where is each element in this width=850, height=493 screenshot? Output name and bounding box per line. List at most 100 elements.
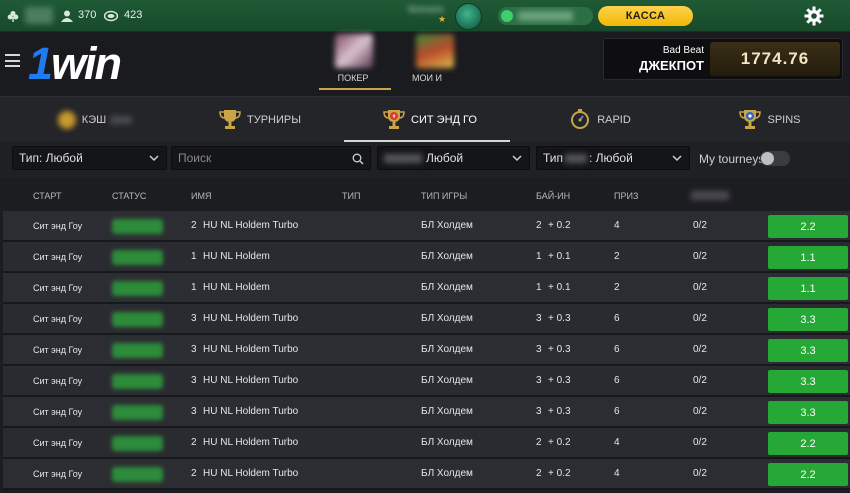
status-badge <box>112 312 163 327</box>
table-row[interactable]: Сит энд Гоу 3 HU NL Holdem Turbo БЛ Холдем 3… <box>3 304 850 335</box>
register-button[interactable]: 1.1 <box>768 246 848 269</box>
clubs-icon <box>7 9 19 22</box>
row-buyin-fee: + 0.1 <box>548 282 571 293</box>
game-select[interactable]: Любой <box>377 146 530 170</box>
my-tourneys-label: My tourneys <box>699 152 765 166</box>
chip-icon <box>57 111 76 129</box>
tab-label: SPINS <box>767 114 801 126</box>
row-buyin-fee: + 0.3 <box>548 406 571 417</box>
table-row[interactable]: Сит энд Гоу 3 HU NL Holdem Turbo БЛ Холдем 3… <box>3 397 850 428</box>
search-input[interactable] <box>172 147 347 169</box>
game-tab-my-games[interactable]: МОИ И <box>400 32 468 90</box>
tab-tournaments[interactable]: ТУРНИРЫ <box>215 97 305 143</box>
row-name: HU NL Holdem <box>203 251 270 262</box>
jackpot-banner[interactable]: Bad Beat ДЖЕКПОТ 1774.76 <box>603 38 843 80</box>
jackpot-title: Bad Beat <box>662 45 704 56</box>
row-buyin-fee: + 0.2 <box>548 220 571 231</box>
trophy-icon <box>219 108 247 133</box>
user-icon <box>61 9 73 22</box>
top-bar: 370 423 Nickname ★ КАССА <box>0 0 850 32</box>
type2-select[interactable]: Тип : Любой <box>536 146 690 170</box>
stopwatch-icon <box>569 108 597 133</box>
search-field[interactable] <box>171 146 371 170</box>
gear-icon[interactable] <box>804 6 824 26</box>
game-tab-poker[interactable]: ПОКЕР <box>319 32 391 90</box>
row-players: 0/2 <box>693 313 707 324</box>
jackpot-subtitle: ДЖЕКПОТ <box>638 58 704 73</box>
status-badge <box>112 250 163 265</box>
row-start: Сит энд Гоу <box>33 407 83 417</box>
row-seats: 2 <box>191 468 197 479</box>
row-start: Сит энд Гоу <box>33 221 83 231</box>
register-button[interactable]: 3.3 <box>768 339 848 362</box>
column-game-type[interactable]: ТИП ИГРЫ <box>421 191 467 201</box>
row-seats: 3 <box>191 375 197 386</box>
chevron-down-icon <box>511 152 523 164</box>
row-buyin-base: 3 <box>536 313 542 324</box>
players-count: 370 <box>78 9 97 21</box>
row-start: Сит энд Гоу <box>33 345 83 355</box>
row-name: HU NL Holdem Turbo <box>203 375 299 386</box>
column-status[interactable]: СТАТУС <box>112 191 146 201</box>
row-buyin-base: 1 <box>536 251 542 262</box>
tab-rapid[interactable]: RAPID <box>565 97 635 143</box>
row-game-type: БЛ Холдем <box>421 437 473 448</box>
cashier-button[interactable]: КАССА <box>598 6 693 26</box>
avatar[interactable] <box>455 3 482 30</box>
table-row[interactable]: Сит энд Гоу 2 HU NL Holdem Turbo БЛ Холдем 2… <box>3 211 850 242</box>
row-prize: 6 <box>614 375 620 386</box>
spins-trophy-icon <box>739 108 767 133</box>
trophy-bolt-icon <box>383 108 411 133</box>
search-icon[interactable] <box>352 152 364 165</box>
tournaments-table: СТАРТ СТАТУС ИМЯ ТИП ТИП ИГРЫ БАЙ-ИН ПРИ… <box>3 180 850 490</box>
row-start: Сит энд Гоу <box>33 469 83 479</box>
column-start[interactable]: СТАРТ <box>33 191 62 201</box>
row-seats: 2 <box>191 437 197 448</box>
filters-bar: Тип: Любой Любой Тип : Любой My tourneys <box>0 142 850 178</box>
register-button[interactable]: 2.2 <box>768 463 848 486</box>
my-tourneys-toggle[interactable] <box>760 151 790 166</box>
register-button[interactable]: 2.2 <box>768 432 848 455</box>
tab-cash[interactable]: КЭШ <box>50 97 140 143</box>
register-button[interactable]: 3.3 <box>768 401 848 424</box>
header: 1win ПОКЕР МОИ И Bad Beat ДЖЕКПОТ 1774.7… <box>0 32 850 96</box>
row-name: HU NL Holdem <box>203 282 270 293</box>
row-game-type: БЛ Холдем <box>421 282 473 293</box>
table-row[interactable]: Сит энд Гоу 2 HU NL Holdem Turbo БЛ Холдем 2… <box>3 459 850 490</box>
column-name[interactable]: ИМЯ <box>191 191 211 201</box>
logo[interactable]: 1win <box>28 38 122 90</box>
row-buyin-base: 3 <box>536 344 542 355</box>
table-row[interactable]: Сит энд Гоу 3 HU NL Holdem Turbo БЛ Холдем 3… <box>3 335 850 366</box>
register-button[interactable]: 3.3 <box>768 370 848 393</box>
row-game-type: БЛ Холдем <box>421 406 473 417</box>
table-row[interactable]: Сит энд Гоу 3 HU NL Holdem Turbo БЛ Холдем 3… <box>3 366 850 397</box>
chevron-down-icon <box>148 152 160 164</box>
tab-spins[interactable]: SPINS <box>735 97 805 143</box>
table-row[interactable]: Сит энд Гоу 2 HU NL Holdem Turbo БЛ Холдем 2… <box>3 428 850 459</box>
status-badge <box>112 343 163 358</box>
register-button[interactable]: 1.1 <box>768 277 848 300</box>
register-button[interactable]: 2.2 <box>768 215 848 238</box>
row-buyin-base: 3 <box>536 375 542 386</box>
column-buy-in[interactable]: БАЙ-ИН <box>536 191 570 201</box>
type-select-value: Тип: Любой <box>19 151 83 165</box>
tab-label: RAPID <box>597 114 631 126</box>
row-buyin-fee: + 0.1 <box>548 251 571 262</box>
row-buyin-fee: + 0.2 <box>548 437 571 448</box>
row-game-type: БЛ Холдем <box>421 220 473 231</box>
column-prize[interactable]: ПРИЗ <box>614 191 638 201</box>
column-type[interactable]: ТИП <box>342 191 360 201</box>
register-button[interactable]: 3.3 <box>768 308 848 331</box>
type-select[interactable]: Тип: Любой <box>12 146 167 170</box>
menu-icon[interactable] <box>5 54 20 67</box>
row-name: HU NL Holdem Turbo <box>203 220 299 231</box>
column-players[interactable] <box>691 191 729 200</box>
table-row[interactable]: Сит энд Гоу 1 HU NL Holdem БЛ Холдем 1 + 0.1 2… <box>3 242 850 273</box>
table-row[interactable]: Сит энд Гоу 1 HU NL Holdem БЛ Холдем 1 + 0.1 2… <box>3 273 850 304</box>
row-buyin-fee: + 0.3 <box>548 375 571 386</box>
row-game-type: БЛ Холдем <box>421 313 473 324</box>
tab-sit-and-go[interactable]: СИТ ЭНД ГО <box>380 97 480 143</box>
status-badge <box>112 467 163 482</box>
row-start: Сит энд Гоу <box>33 314 83 324</box>
row-buyin-base: 2 <box>536 468 542 479</box>
